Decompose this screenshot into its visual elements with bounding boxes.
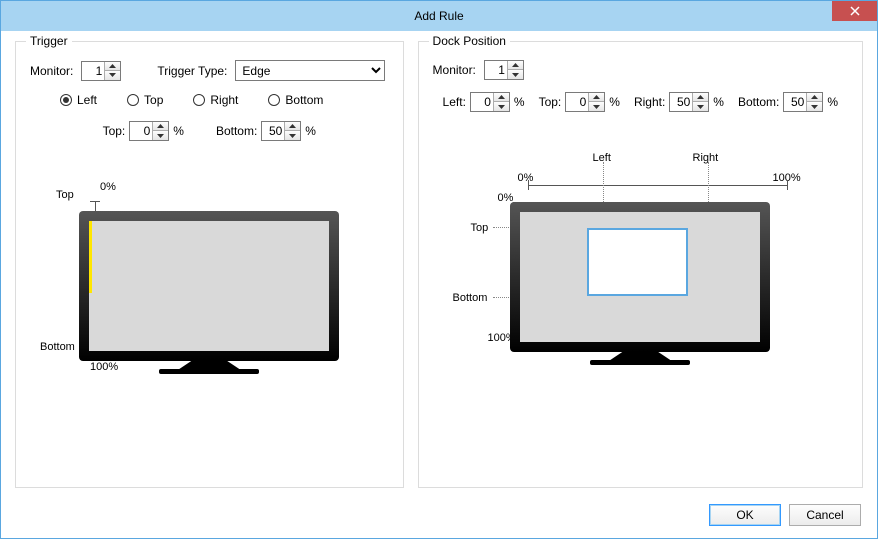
pct-unit: % — [609, 95, 620, 109]
chevron-up-icon — [811, 95, 818, 99]
dock-top-spinner[interactable] — [565, 92, 605, 112]
axis-bottom-label: Bottom — [453, 292, 488, 304]
dimension-line — [528, 180, 788, 190]
trigger-bottom-spinner[interactable] — [261, 121, 301, 141]
dock-bottom-label: Bottom: — [738, 95, 779, 109]
axis-top-label: Top — [471, 222, 489, 234]
trigger-monitor-figure: Top Bottom 0% 100% — [30, 211, 389, 374]
trigger-type-select[interactable]: Edge — [235, 60, 385, 81]
dock-monitor-label: Monitor: — [433, 63, 476, 77]
chevron-up-icon — [593, 95, 600, 99]
dock-legend: Dock Position — [429, 34, 510, 48]
spinner-down-button[interactable] — [494, 102, 509, 111]
monitor-icon — [510, 202, 770, 365]
chevron-up-icon — [498, 95, 505, 99]
ok-button[interactable]: OK — [709, 504, 781, 526]
spinner-up-button[interactable] — [807, 93, 822, 102]
trigger-edge-highlight — [89, 221, 92, 293]
chevron-up-icon — [157, 124, 164, 128]
radio-left[interactable]: Left — [60, 93, 97, 107]
pct-unit: % — [305, 124, 316, 138]
window-title: Add Rule — [414, 9, 463, 23]
cancel-button[interactable]: Cancel — [789, 504, 861, 526]
spinner-down-button[interactable] — [105, 71, 120, 80]
spinner-up-button[interactable] — [153, 122, 168, 131]
axis-bottom-label: Bottom — [40, 341, 75, 353]
radio-dot-icon — [60, 94, 72, 106]
spinner-up-button[interactable] — [589, 93, 604, 102]
spinner-down-button[interactable] — [508, 70, 523, 79]
close-icon — [850, 6, 860, 16]
spinner-up-button[interactable] — [494, 93, 509, 102]
dock-left-spinner[interactable] — [470, 92, 510, 112]
radio-bottom[interactable]: Bottom — [268, 93, 323, 107]
spinner-up-button[interactable] — [693, 93, 708, 102]
spinner-up-button[interactable] — [508, 61, 523, 70]
trigger-edge-radios: Left Top Right Bottom — [60, 93, 389, 107]
titlebar: Add Rule — [1, 1, 877, 31]
dock-right-label: Right: — [634, 95, 665, 109]
monitor-icon — [79, 211, 339, 374]
dock-right-input[interactable] — [670, 93, 692, 111]
chevron-up-icon — [109, 64, 116, 68]
trigger-top-spinner[interactable] — [129, 121, 169, 141]
chevron-down-icon — [157, 134, 164, 138]
trigger-bottom-input[interactable] — [262, 122, 284, 140]
spinner-down-button[interactable] — [285, 131, 300, 140]
dock-top-input[interactable] — [566, 93, 588, 111]
trigger-top-input[interactable] — [130, 122, 152, 140]
trigger-bottom-label: Bottom: — [216, 124, 257, 138]
spinner-down-button[interactable] — [153, 131, 168, 140]
pct-unit: % — [827, 95, 838, 109]
spinner-down-button[interactable] — [693, 102, 708, 111]
trigger-top-label: Top: — [103, 124, 126, 138]
chevron-down-icon — [512, 73, 519, 77]
dock-bottom-input[interactable] — [784, 93, 806, 111]
dock-monitor-figure: Left Right Top Bottom 0% 100% 0% 100% — [433, 202, 848, 365]
radio-dot-icon — [193, 94, 205, 106]
chevron-down-icon — [593, 105, 600, 109]
radio-right[interactable]: Right — [193, 93, 238, 107]
dock-bottom-spinner[interactable] — [783, 92, 823, 112]
radio-dot-icon — [127, 94, 139, 106]
chevron-down-icon — [811, 105, 818, 109]
chevron-up-icon — [697, 95, 704, 99]
dock-panel: Dock Position Monitor: Left: — [418, 41, 863, 488]
chevron-down-icon — [109, 73, 116, 77]
axis-right-label: Right — [693, 152, 719, 164]
axis-zero-label: 0% — [100, 181, 116, 193]
spinner-down-button[interactable] — [807, 102, 822, 111]
trigger-monitor-input[interactable] — [82, 62, 104, 80]
dock-monitor-input[interactable] — [485, 61, 507, 79]
chevron-down-icon — [498, 105, 505, 109]
dock-region-preview — [587, 228, 688, 297]
spinner-up-button[interactable] — [285, 122, 300, 131]
chevron-down-icon — [289, 134, 296, 138]
radio-dot-icon — [268, 94, 280, 106]
add-rule-dialog: Add Rule Trigger Monitor: Trigger Type: — [0, 0, 878, 539]
pct-unit: % — [173, 124, 184, 138]
pct-unit: % — [514, 95, 525, 109]
close-button[interactable] — [832, 1, 877, 21]
trigger-monitor-label: Monitor: — [30, 64, 73, 78]
trigger-type-label: Trigger Type: — [157, 64, 227, 78]
spinner-up-button[interactable] — [105, 62, 120, 71]
trigger-legend: Trigger — [26, 34, 72, 48]
trigger-panel: Trigger Monitor: Trigger Type: Edge Lef — [15, 41, 404, 488]
dock-monitor-spinner[interactable] — [484, 60, 524, 80]
radio-top[interactable]: Top — [127, 93, 163, 107]
spinner-down-button[interactable] — [589, 102, 604, 111]
chevron-up-icon — [289, 124, 296, 128]
chevron-down-icon — [697, 105, 704, 109]
trigger-monitor-spinner[interactable] — [81, 61, 121, 81]
axis-top-label: Top — [56, 189, 74, 201]
dock-top-label: Top: — [539, 95, 562, 109]
dock-right-spinner[interactable] — [669, 92, 709, 112]
dock-left-label: Left: — [443, 95, 466, 109]
chevron-up-icon — [512, 63, 519, 67]
pct-unit: % — [713, 95, 724, 109]
dock-left-input[interactable] — [471, 93, 493, 111]
